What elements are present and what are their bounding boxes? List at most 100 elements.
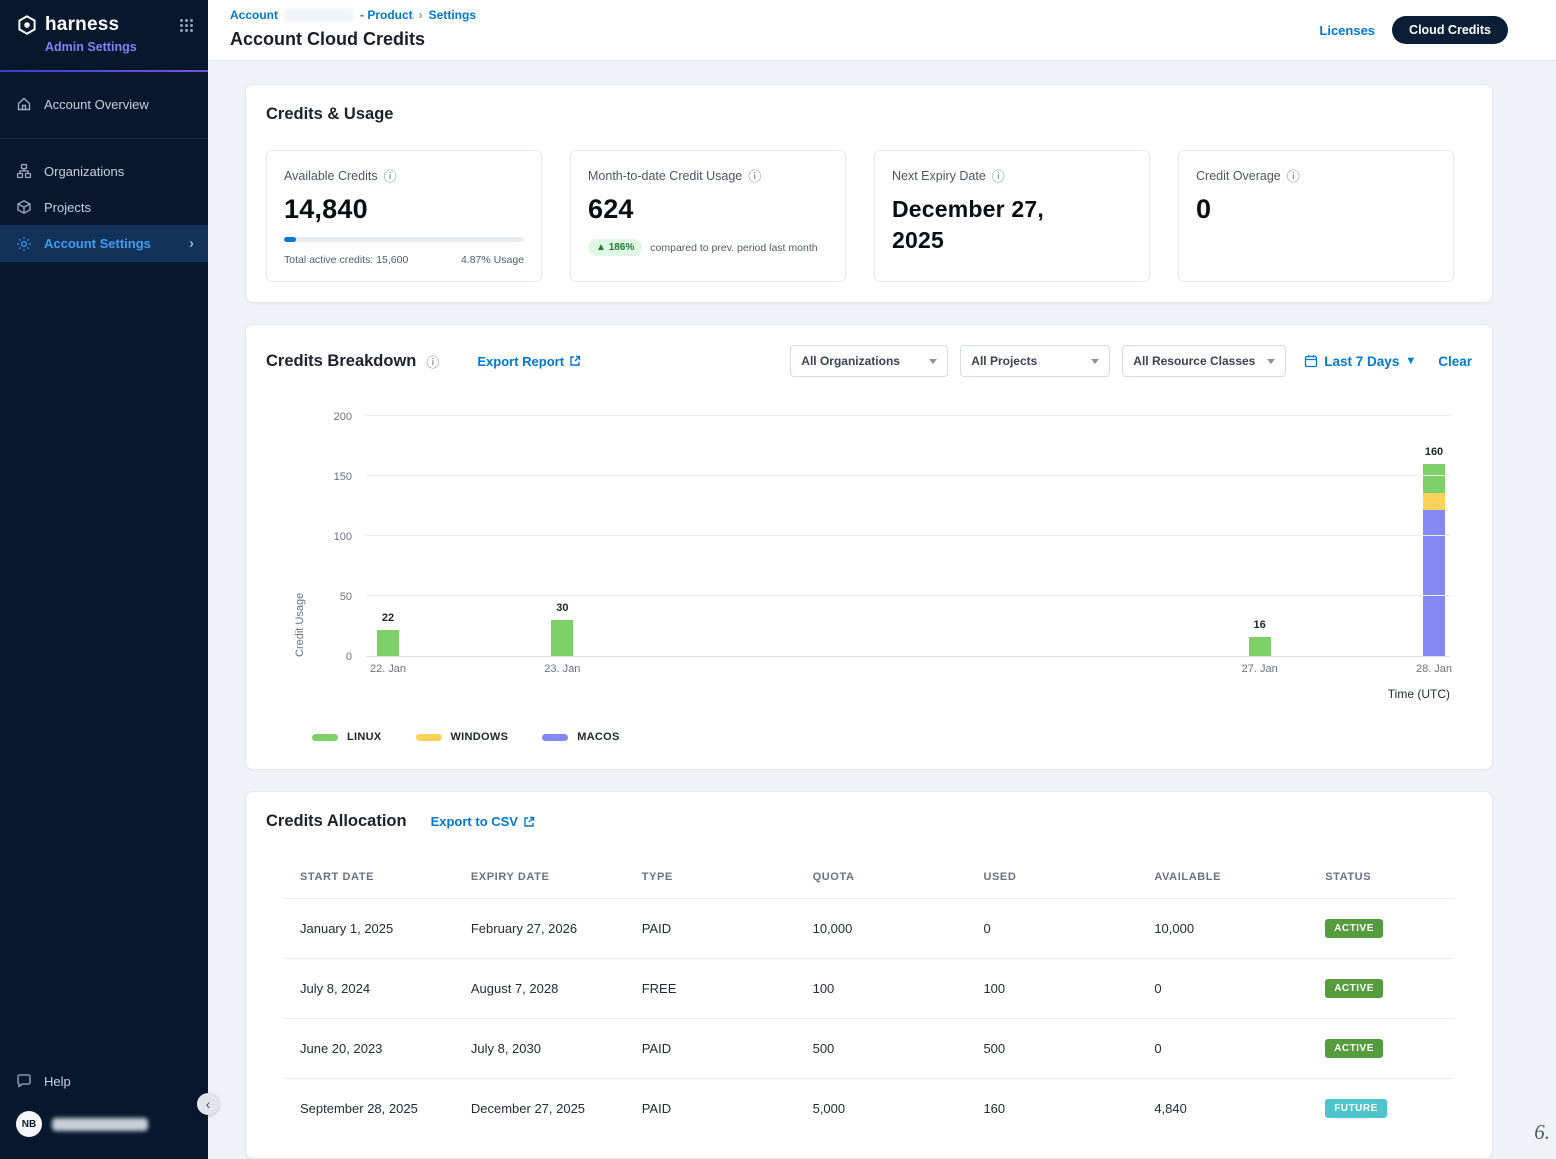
sidebar-divider [0, 138, 208, 139]
legend-item-macos[interactable]: MACOS [542, 731, 619, 743]
cell-expiry: July 8, 2030 [455, 1021, 626, 1076]
cell-status: ACTIVE [1309, 899, 1454, 958]
usage-percent: 4.87% Usage [461, 254, 524, 266]
credit-overage-value: 0 [1196, 194, 1436, 225]
credits-usage-title: Credits & Usage [266, 105, 1472, 124]
cell-status: ACTIVE [1309, 1019, 1454, 1078]
legend-item-windows[interactable]: WINDOWS [416, 731, 509, 743]
chart-plot: 223016160 [366, 417, 1450, 657]
table-body: January 1, 2025February 27, 2026PAID10,0… [284, 898, 1454, 1138]
breadcrumb-product[interactable]: - Product [360, 8, 413, 22]
redacted-username [52, 1118, 148, 1131]
avatar: NB [16, 1111, 42, 1137]
next-expiry-label: Next Expiry Date [892, 169, 986, 183]
status-badge: FUTURE [1325, 1099, 1387, 1118]
export-report-link[interactable]: Export Report [477, 354, 581, 369]
redacted-account-name [284, 9, 354, 22]
credits-usage-chart: Credit Usage 050100150200 223016160 22. … [266, 407, 1472, 709]
licenses-link[interactable]: Licenses [1319, 23, 1375, 38]
chevron-down-icon [1091, 359, 1099, 364]
breadcrumb-settings[interactable]: Settings [429, 8, 476, 22]
sidebar-nav: Account Overview Organizations Projects [0, 72, 208, 262]
export-csv-link[interactable]: Export to CSV [431, 814, 535, 829]
help-button[interactable]: Help [0, 1063, 208, 1099]
apps-grid-icon[interactable] [179, 18, 194, 33]
cell-start: June 20, 2023 [284, 1021, 455, 1076]
chart-bar-segment-windows [1423, 493, 1445, 510]
available-credits-value: 14,840 [284, 194, 524, 225]
info-icon[interactable]: ⓘ [384, 166, 397, 185]
sidebar-item-account-settings[interactable]: Account Settings › [0, 225, 208, 262]
organizations-filter[interactable]: All Organizations [790, 345, 948, 377]
column-header: STATUS [1309, 865, 1454, 898]
sidebar-item-account-overview[interactable]: Account Overview [0, 86, 208, 122]
cell-quota: 10,000 [797, 901, 968, 956]
harness-logo-icon [16, 14, 38, 36]
table-row: July 8, 2024August 7, 2028FREE1001000ACT… [284, 958, 1454, 1018]
next-expiry-card: Next Expiry Date ⓘ December 27, 2025 [874, 150, 1150, 282]
breadcrumb-account[interactable]: Account [230, 8, 278, 22]
chart-bar-segment-linux [1249, 637, 1271, 656]
legend-item-linux[interactable]: LINUX [312, 731, 382, 743]
sidebar-item-label: Organizations [44, 164, 124, 179]
cell-start: January 1, 2025 [284, 901, 455, 956]
sidebar-collapse-handle[interactable]: ‹ [197, 1093, 219, 1115]
resource-classes-filter[interactable]: All Resource Classes [1122, 345, 1286, 377]
chart-data-label: 30 [556, 602, 568, 614]
column-header: TYPE [626, 865, 797, 898]
sidebar-item-projects[interactable]: Projects [0, 189, 208, 225]
status-badge: ACTIVE [1325, 919, 1383, 938]
cell-used: 0 [967, 901, 1138, 956]
annotation-mark: 6. [1534, 1120, 1550, 1145]
legend-label: WINDOWS [451, 731, 509, 743]
user-profile[interactable]: NB [0, 1099, 208, 1149]
info-icon[interactable]: ⓘ [748, 166, 761, 185]
page-title: Account Cloud Credits [230, 29, 476, 50]
info-icon[interactable]: ⓘ [992, 166, 1005, 185]
credits-breakdown-card: Credits Breakdown ⓘ Export Report All Or… [245, 324, 1493, 770]
chart-legend: LINUX WINDOWS MACOS [312, 731, 1472, 743]
trend-badge: ▲ 186% [588, 239, 642, 256]
cell-used: 160 [967, 1081, 1138, 1136]
chart-x-tick: 28. Jan [1416, 663, 1452, 675]
column-header: EXPIRY DATE [455, 865, 626, 898]
mtd-usage-label: Month-to-date Credit Usage [588, 169, 742, 183]
chart-y-tick: 0 [310, 651, 352, 663]
column-header: AVAILABLE [1138, 865, 1309, 898]
cell-expiry: December 27, 2025 [455, 1081, 626, 1136]
cell-available: 0 [1138, 1021, 1309, 1076]
info-icon[interactable]: ⓘ [1287, 166, 1300, 185]
trend-note: compared to prev. period last month [650, 242, 817, 254]
table-row: June 20, 2023July 8, 2030PAID5005000ACTI… [284, 1018, 1454, 1078]
projects-filter[interactable]: All Projects [960, 345, 1110, 377]
mtd-usage-card: Month-to-date Credit Usage ⓘ 624 ▲ 186% … [570, 150, 846, 282]
chart-y-tick: 50 [310, 591, 352, 603]
available-credits-label: Available Credits [284, 169, 378, 183]
cell-type: FREE [626, 961, 797, 1016]
legend-swatch [312, 734, 338, 741]
chevron-right-icon: › [189, 235, 194, 252]
sidebar: harness Admin Settings Account Overview [0, 0, 208, 1159]
cloud-credits-button[interactable]: Cloud Credits [1392, 16, 1508, 44]
credits-progress-bar [284, 237, 524, 242]
clear-filters-link[interactable]: Clear [1438, 354, 1472, 369]
legend-swatch [416, 734, 442, 741]
legend-label: LINUX [347, 731, 382, 743]
chart-x-tick: 27. Jan [1242, 663, 1278, 675]
credits-allocation-card: Credits Allocation Export to CSV START D… [245, 791, 1493, 1159]
sidebar-header: harness Admin Settings [0, 0, 208, 70]
cell-type: PAID [626, 1021, 797, 1076]
info-icon[interactable]: ⓘ [426, 352, 439, 371]
chart-y-tick: 200 [310, 411, 352, 423]
chart-data-label: 22 [382, 612, 394, 624]
chart-gridline [366, 475, 1450, 476]
column-header: START DATE [284, 865, 455, 898]
mtd-usage-value: 624 [588, 194, 828, 225]
date-range-filter[interactable]: Last 7 Days ▼ [1304, 354, 1416, 369]
gear-icon [16, 236, 32, 252]
external-link-icon [523, 816, 535, 828]
cell-quota: 5,000 [797, 1081, 968, 1136]
external-link-icon [569, 355, 581, 367]
table-row: September 28, 2025December 27, 2025PAID5… [284, 1078, 1454, 1138]
sidebar-item-organizations[interactable]: Organizations [0, 153, 208, 189]
